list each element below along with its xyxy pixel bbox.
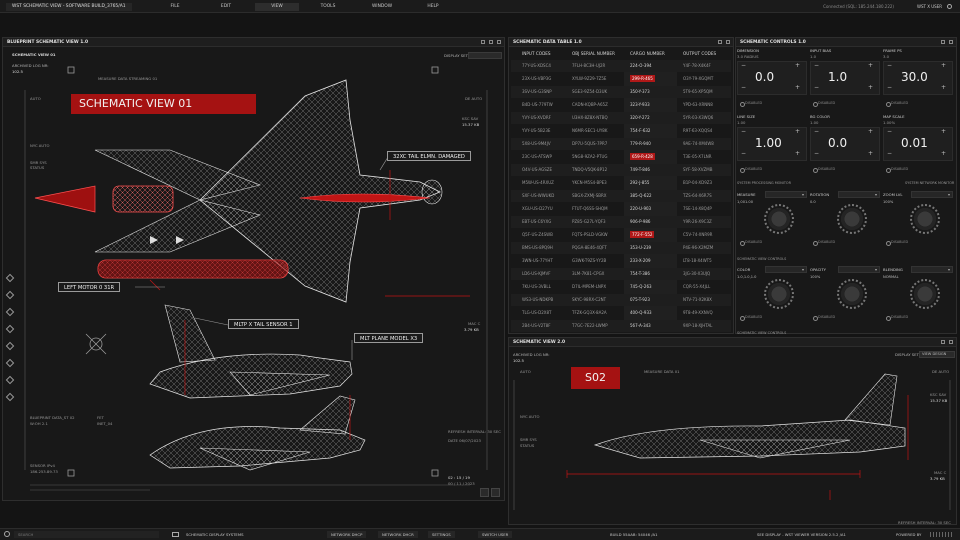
- network-dhcr-button[interactable]: NETWORK DHCR: [378, 531, 418, 538]
- powered-label: POWERED BY: [896, 532, 922, 537]
- jet-side-view-3: [593, 373, 906, 459]
- settings-button[interactable]: SETTINGS: [428, 531, 455, 538]
- search-input[interactable]: SEARCH: [14, 531, 159, 538]
- network-dhcp-button[interactable]: NETWORK DHCP: [327, 531, 367, 538]
- monitor-icon: [172, 532, 179, 537]
- system-label: SCHEMATIC DISPLAY SYSTEMS: [186, 532, 244, 537]
- search-icon[interactable]: [4, 531, 10, 537]
- logo-icon: [930, 532, 952, 537]
- bottom-bar: SEARCH SCHEMATIC DISPLAY SYSTEMS NETWORK…: [0, 528, 960, 540]
- schematic2-drawing: [513, 373, 951, 510]
- switch-user-button[interactable]: SWITCH USER: [478, 531, 513, 538]
- build-label: BUILD 55AAB: 54046 /A1: [610, 532, 658, 537]
- version-label: SEE DISPLAY - WST VIEWER VERSION 2.5.2 /…: [757, 532, 846, 537]
